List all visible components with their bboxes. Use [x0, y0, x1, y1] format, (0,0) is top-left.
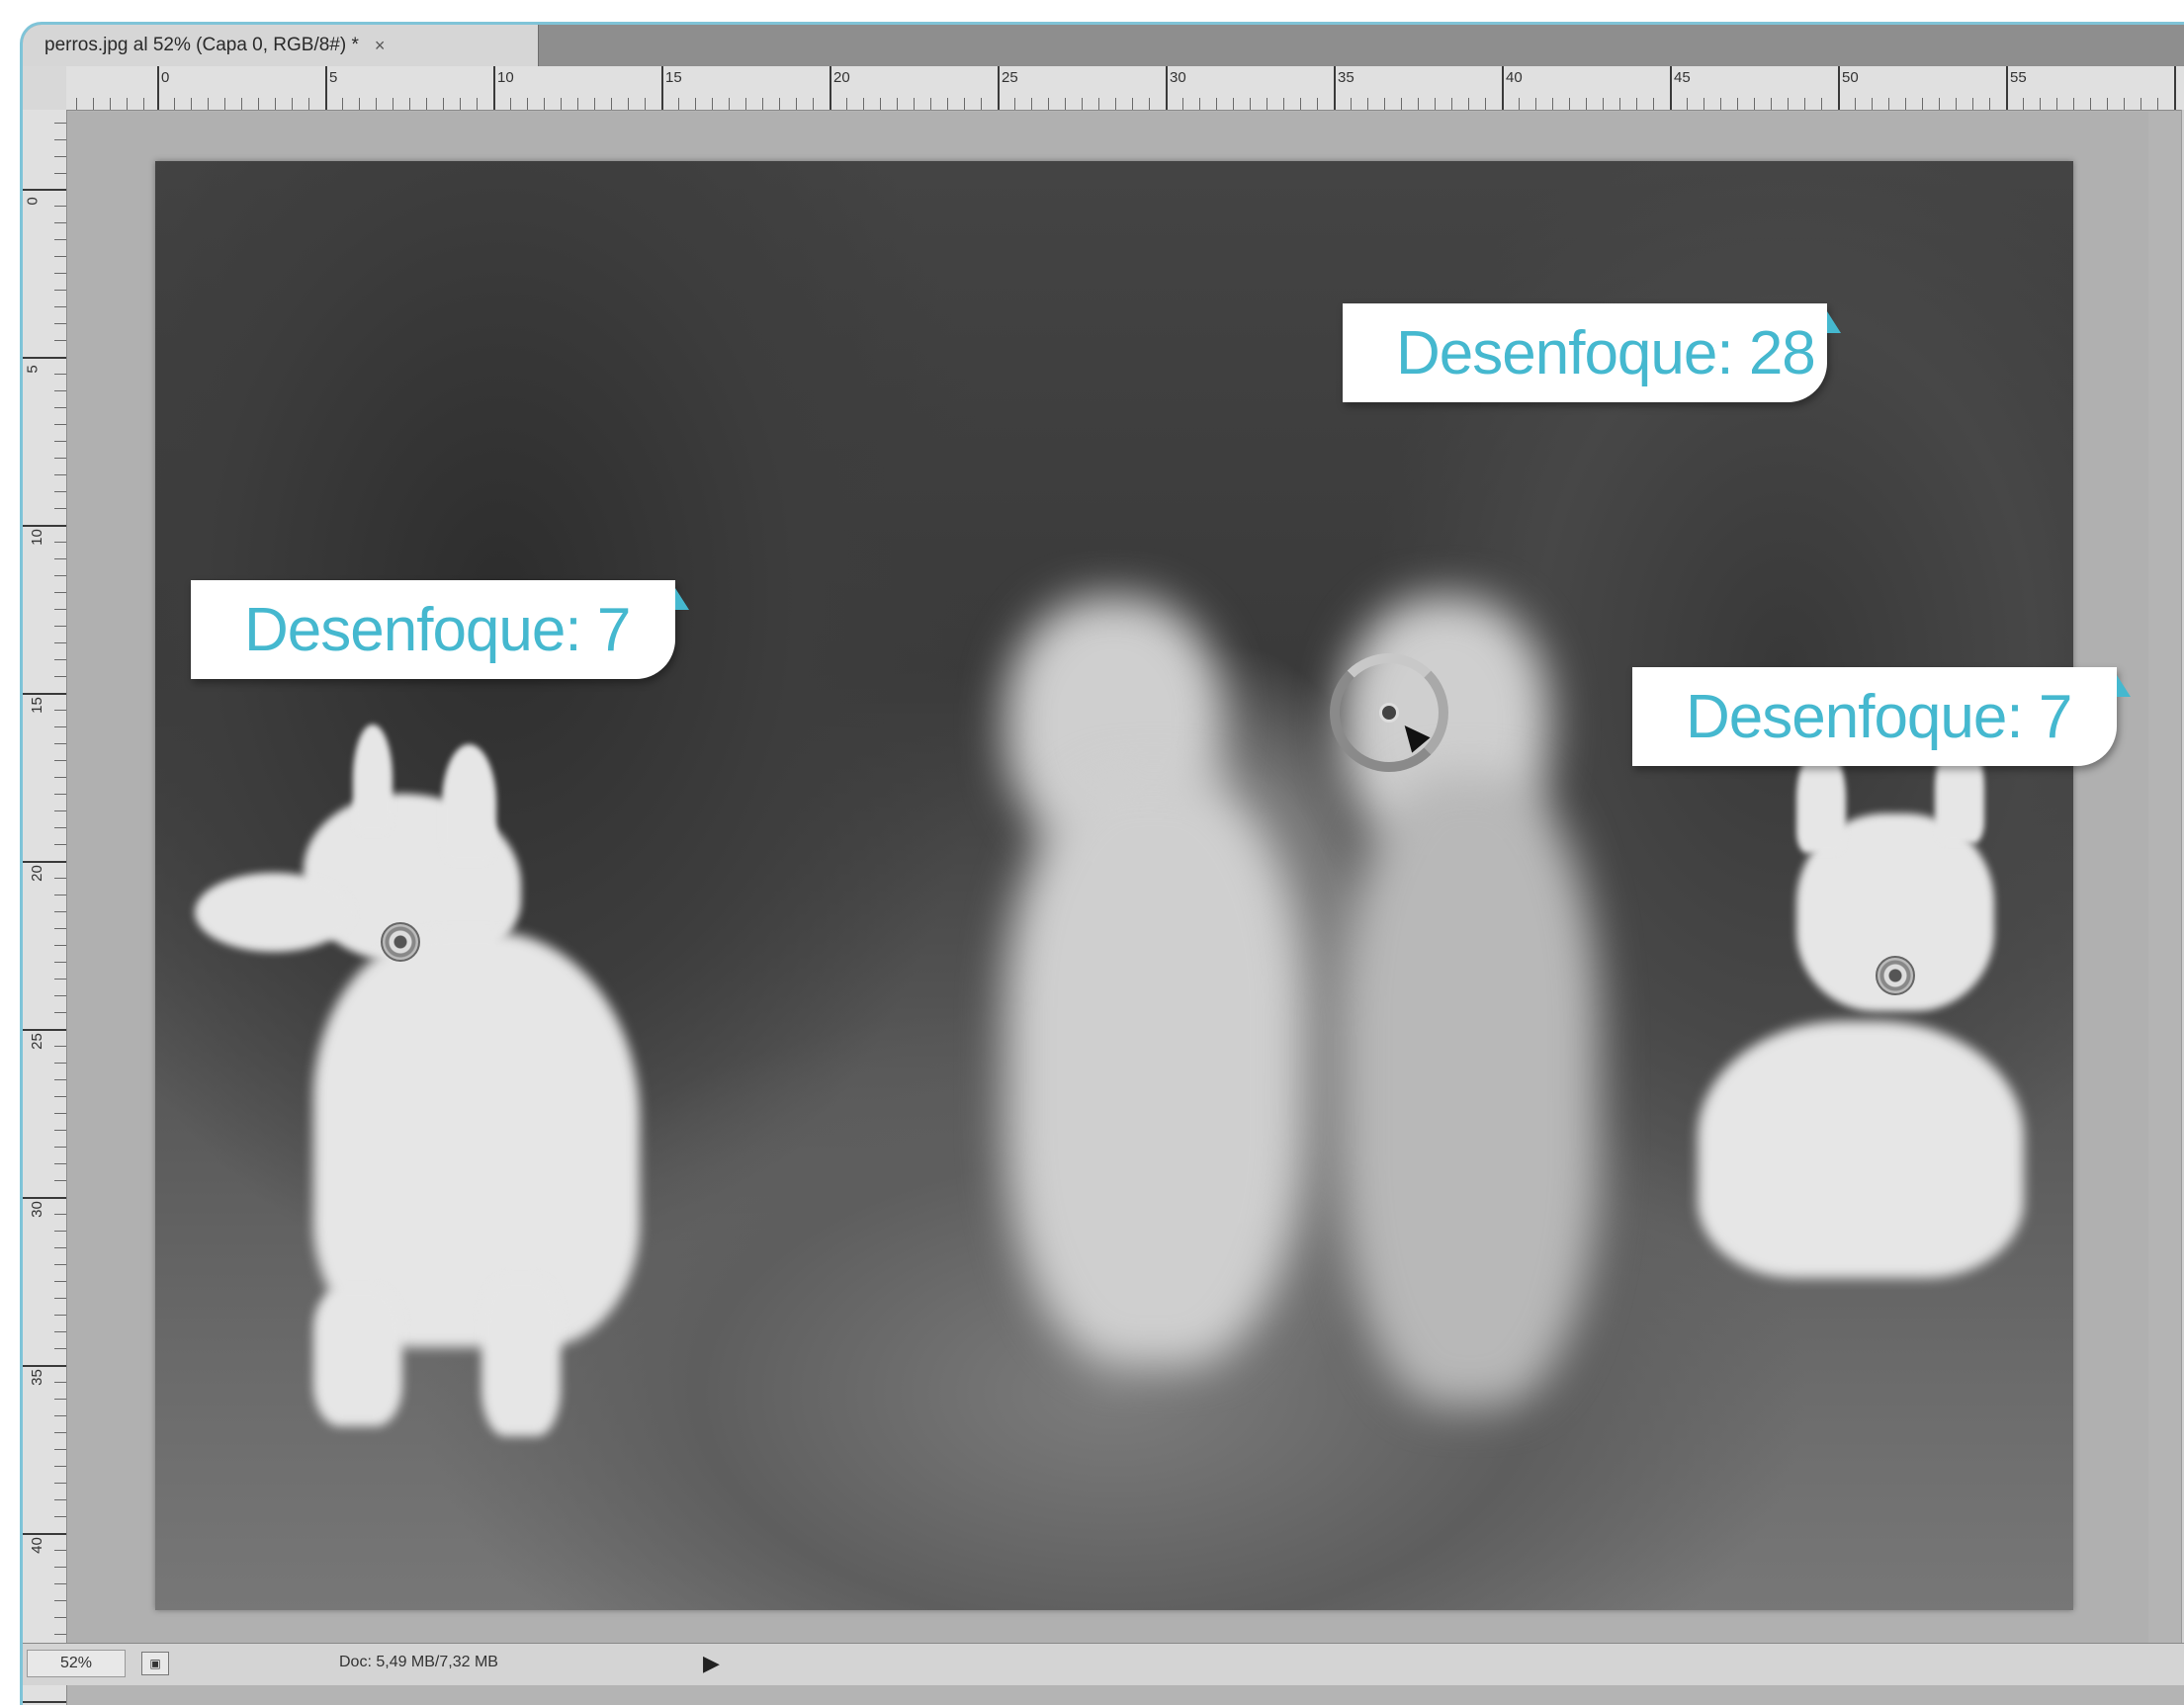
ruler-label: 35 [28, 1369, 45, 1386]
ruler-label: 5 [24, 365, 42, 374]
document-info: Doc: 5,49 MB/7,32 MB [339, 1654, 498, 1670]
dog-left-muzzle [195, 873, 353, 952]
blur-callout: Desenfoque: 7 [1632, 667, 2131, 766]
ruler-label: 15 [28, 697, 45, 714]
ruler-label: 40 [28, 1537, 45, 1554]
ruler-label: 30 [1170, 69, 1186, 86]
vertical-ruler[interactable]: 0 5 10 15 20 25 30 35 40 [23, 110, 67, 1705]
dog-left-body [313, 932, 640, 1347]
horizontal-ruler[interactable]: 0 5 10 15 20 25 30 35 40 45 50 55 [66, 66, 2184, 111]
document-window: perros.jpg al 52% (Capa 0, RGB/8#) * × 0… [20, 22, 2184, 1705]
ruler-label: 30 [28, 1201, 45, 1218]
close-icon[interactable]: × [375, 36, 386, 56]
ruler-label: 25 [1002, 69, 1018, 86]
ruler-label: 10 [28, 529, 45, 546]
zoom-value: 52% [59, 1655, 93, 1671]
ruler-label: 20 [28, 865, 45, 882]
blur-ring[interactable] [1330, 653, 1448, 772]
ruler-label: 20 [833, 69, 850, 86]
blur-callout-label: Desenfoque: 7 [244, 595, 631, 664]
ruler-label: 0 [161, 69, 170, 86]
ruler-label: 0 [24, 197, 42, 206]
status-menu-arrow-icon[interactable]: ▶ [703, 1651, 720, 1676]
blur-callout: Desenfoque: 7 [191, 580, 689, 679]
ruler-label: 10 [497, 69, 514, 86]
ruler-label: 35 [1338, 69, 1354, 86]
blur-pin-center[interactable] [1379, 703, 1399, 723]
blur-callout-label: Desenfoque: 7 [1686, 682, 2072, 751]
blur-pin[interactable] [381, 922, 420, 962]
status-bar: 52% ▣ Doc: 5,49 MB/7,32 MB ▶ [23, 1643, 2184, 1685]
document-icon[interactable]: ▣ [141, 1652, 169, 1675]
ruler-label: 25 [28, 1033, 45, 1050]
document-tab-title: perros.jpg al 52% (Capa 0, RGB/8#) * [44, 35, 359, 55]
ruler-label: 40 [1506, 69, 1523, 86]
ruler-label: 55 [2010, 69, 2027, 86]
dog-left-leg [481, 1278, 561, 1436]
dog-middle-body [1005, 774, 1302, 1367]
ruler-origin[interactable] [23, 66, 67, 111]
dog-left-leg [313, 1288, 402, 1426]
ruler-label: 45 [1674, 69, 1691, 86]
dog-left-ear [353, 725, 393, 833]
blur-callout: Desenfoque: 28 [1343, 303, 1841, 402]
zoom-field[interactable]: 52% [27, 1650, 126, 1677]
tab-bar: perros.jpg al 52% (Capa 0, RGB/8#) * × [23, 25, 2184, 66]
ruler-label: 50 [1842, 69, 1859, 86]
ruler-label: 15 [665, 69, 682, 86]
dog-middle-body [1342, 774, 1599, 1407]
dog-right-body [1698, 1021, 2024, 1278]
blur-pin[interactable] [1876, 956, 1915, 995]
dog-left-ear [442, 744, 496, 863]
document-tab[interactable]: perros.jpg al 52% (Capa 0, RGB/8#) * × [23, 25, 539, 66]
blur-callout-label: Desenfoque: 28 [1396, 318, 1816, 387]
ruler-label: 5 [329, 69, 338, 86]
